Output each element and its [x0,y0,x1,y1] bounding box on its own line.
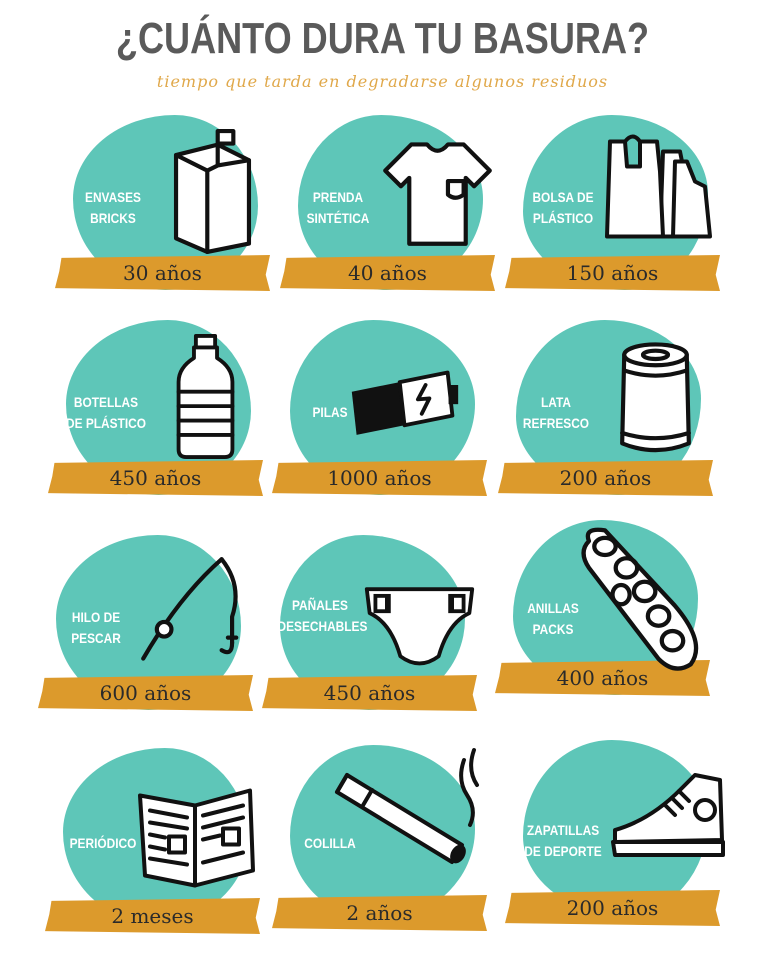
duration-label: 40 años [348,261,427,285]
fishing-rod-icon [138,549,253,674]
page-subtitle: tiempo que tarda en degradarse algunos r… [156,72,609,91]
item-label: BOTELLAS DE PLÁSTICO [65,394,147,431]
tshirt-icon [380,129,495,254]
duration-label: 200 años [559,466,652,490]
card-anillas-packs: 400 años ANILLAS PACKS [495,520,725,720]
card-colilla: 2 años COLILLA [272,745,502,945]
item-label: HILO DE PESCAR [71,609,121,646]
duration-label: 2 años [346,901,413,925]
duration-label: 30 años [123,261,202,285]
can-icon [598,334,713,459]
duration-label: 2 meses [111,904,194,928]
duration-label: 150 años [566,261,659,285]
card-periodico: 2 meses PERIÓDICO [45,748,275,948]
item-label: PRENDA SINTÉTICA [306,189,370,226]
card-pilas: 1000 años PILAS [272,320,502,520]
duration-label: 450 años [109,466,202,490]
newspaper-icon [135,773,260,898]
card-panales-desechables: 450 años PAÑALES DESECHABLES [262,535,492,735]
duration-label: 200 años [566,896,659,920]
item-label: ZAPATILLAS DE DEPORTE [524,822,602,859]
card-bolsa-plastico: 150 años BOLSA DE PLÁSTICO [505,115,735,315]
battery-icon [347,334,462,459]
cigarette-icon [332,748,482,890]
bottle-icon [148,334,263,459]
card-zapatillas-deporte: 200 años ZAPATILLAS DE DEPORTE [505,740,735,940]
card-envases-bricks: 30 años ENVASES BRICKS [55,115,285,315]
card-botellas-plastico: 450 años BOTELLAS DE PLÁSTICO [48,320,278,520]
sneaker-icon [610,770,725,865]
carton-icon [155,129,270,255]
duration-label: 1000 años [327,466,432,490]
card-lata-refresco: 200 años LATA REFRESCO [498,320,728,520]
item-label: PAÑALES DESECHABLES [277,597,368,634]
card-prenda-sintetica: 40 años PRENDA SINTÉTICA [280,115,510,315]
six-pack-rings-icon [575,525,710,675]
plastic-bag-icon [605,129,720,254]
duration-label: 600 años [99,681,192,705]
item-label: BOLSA DE PLÁSTICO [532,189,594,226]
card-hilo-pescar: 600 años HILO DE PESCAR [38,535,268,735]
page-title: ¿CUÁNTO DURA TU BASURA? [115,14,650,63]
diaper-icon [362,565,477,690]
item-label: PERIÓDICO [69,835,137,851]
item-label: LATA REFRESCO [522,394,590,431]
item-label: ENVASES BRICKS [85,189,141,226]
